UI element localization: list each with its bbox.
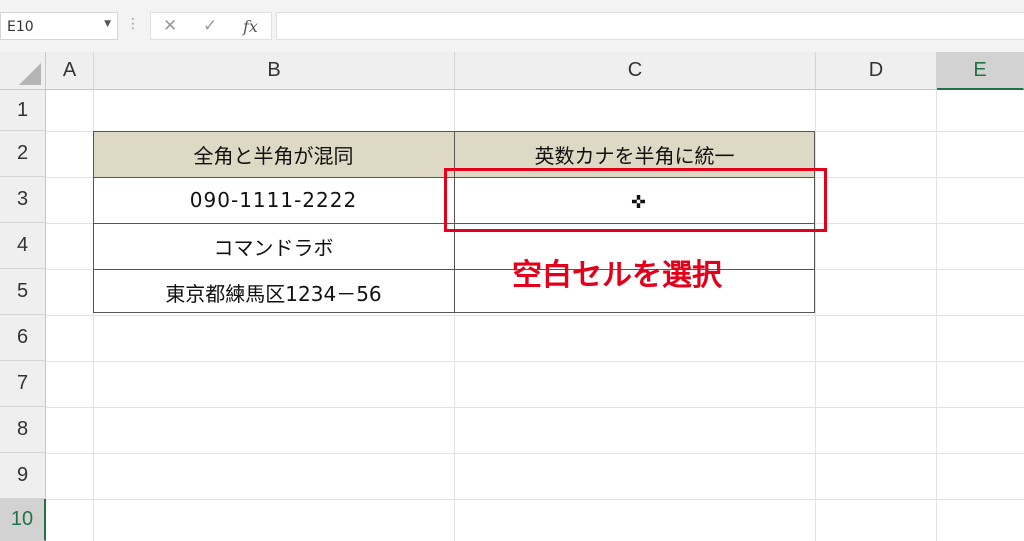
column-header-d[interactable]: D xyxy=(816,52,937,90)
chevron-down-icon[interactable]: ▼ xyxy=(104,19,111,29)
enter-icon[interactable]: ✓ xyxy=(203,16,217,36)
row-header-10[interactable]: 10 xyxy=(0,499,46,541)
column-header-a[interactable]: A xyxy=(46,52,94,90)
name-box-value: E10 xyxy=(7,19,34,35)
name-box[interactable]: E10 ▼ xyxy=(0,12,118,40)
annotation-text: 空白セルを選択 xyxy=(512,258,722,293)
formula-input[interactable] xyxy=(276,12,1024,40)
row-header-9[interactable]: 9 xyxy=(0,453,46,499)
column-header-c[interactable]: C xyxy=(455,52,816,90)
row-header-5[interactable]: 5 xyxy=(0,269,46,315)
formula-bar: E10 ▼ ⋮ ✕ ✓ fx xyxy=(0,0,1024,52)
highlight-box xyxy=(444,168,827,232)
row-header-1[interactable]: 1 xyxy=(0,90,46,131)
row-header-3[interactable]: 3 xyxy=(0,177,46,223)
cancel-icon[interactable]: ✕ xyxy=(163,16,177,36)
more-options-icon[interactable]: ⋮ xyxy=(126,16,140,32)
select-all-triangle-icon xyxy=(19,63,41,85)
column-header-e[interactable]: E xyxy=(937,52,1024,90)
row-header-2[interactable]: 2 xyxy=(0,131,46,177)
column-header-b[interactable]: B xyxy=(94,52,455,90)
row-header-7[interactable]: 7 xyxy=(0,361,46,407)
formula-actions: ✕ ✓ fx xyxy=(150,12,272,40)
row-header-6[interactable]: 6 xyxy=(0,315,46,361)
row-header-4[interactable]: 4 xyxy=(0,223,46,269)
select-all-button[interactable] xyxy=(0,52,46,90)
insert-function-icon[interactable]: fx xyxy=(243,17,258,36)
row-header-8[interactable]: 8 xyxy=(0,407,46,453)
